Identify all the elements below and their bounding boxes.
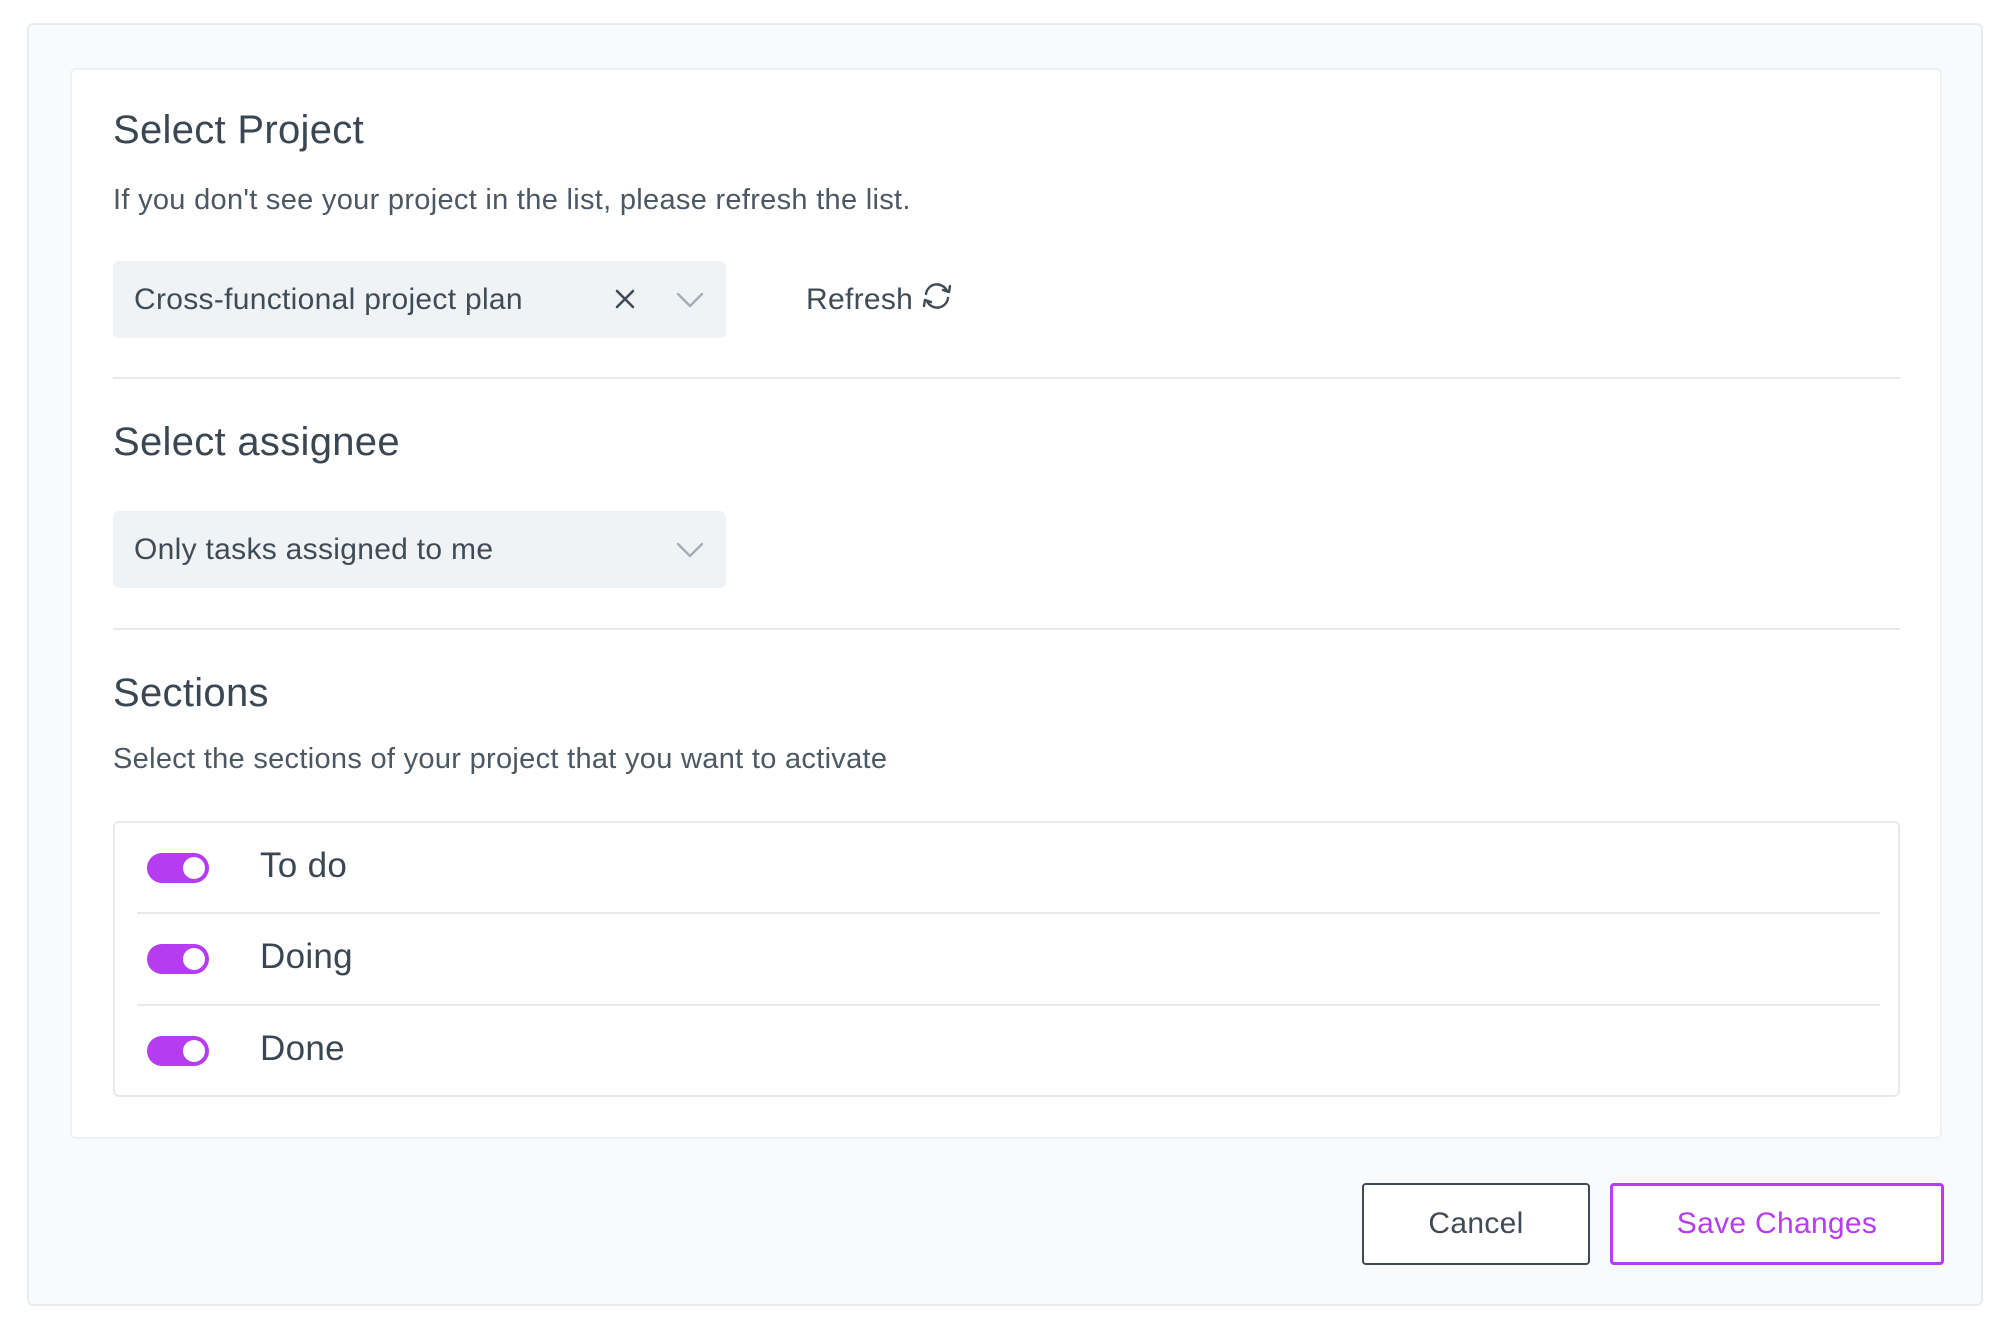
list-item: To do xyxy=(115,823,1898,913)
clear-icon[interactable] xyxy=(609,283,641,315)
sections-description: Select the sections of your project that… xyxy=(113,743,888,775)
section-toggle-todo[interactable] xyxy=(147,853,209,883)
section-label: Doing xyxy=(260,937,353,976)
sections-list: To do Doing Done xyxy=(113,821,1900,1097)
refresh-label: Refresh xyxy=(806,283,914,316)
project-select[interactable]: Cross-functional project plan xyxy=(113,261,726,338)
assignee-select[interactable]: Only tasks assigned to me xyxy=(113,511,726,588)
cancel-button[interactable]: Cancel xyxy=(1362,1183,1590,1265)
section-divider xyxy=(113,377,1900,379)
save-changes-button[interactable]: Save Changes xyxy=(1610,1183,1944,1265)
section-toggle-done[interactable] xyxy=(147,1036,209,1066)
list-item: Doing xyxy=(115,914,1898,1004)
list-item: Done xyxy=(115,1006,1898,1096)
refresh-icon xyxy=(913,278,955,322)
section-label: To do xyxy=(260,846,348,885)
chevron-down-icon[interactable] xyxy=(673,533,707,567)
section-toggle-doing[interactable] xyxy=(147,944,209,974)
project-select-value: Cross-functional project plan xyxy=(134,282,523,316)
assignee-select-value: Only tasks assigned to me xyxy=(134,532,494,566)
section-label: Done xyxy=(260,1029,345,1068)
select-project-heading: Select Project xyxy=(113,108,364,152)
select-project-description: If you don't see your project in the lis… xyxy=(113,184,911,216)
refresh-button[interactable]: Refresh xyxy=(806,278,955,322)
select-assignee-heading: Select assignee xyxy=(113,420,400,464)
chevron-down-icon[interactable] xyxy=(673,283,707,317)
sections-heading: Sections xyxy=(113,671,269,715)
section-divider xyxy=(113,628,1900,630)
